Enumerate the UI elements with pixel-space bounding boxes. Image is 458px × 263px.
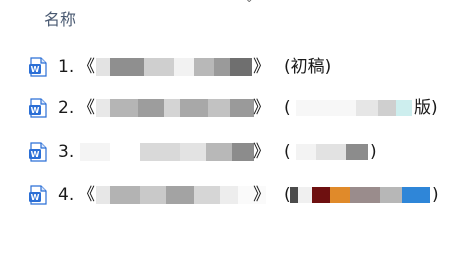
file-row-2[interactable]: W 2. 《 》 ( 版) bbox=[28, 95, 448, 121]
title-close-quote: 》 bbox=[253, 57, 270, 77]
title-close-quote: 》 bbox=[253, 185, 270, 205]
version-label-open: ( bbox=[284, 98, 291, 118]
file-index: 3. bbox=[58, 142, 75, 162]
redacted-version bbox=[296, 144, 368, 160]
version-label: (初稿) bbox=[284, 57, 332, 77]
redacted-title bbox=[96, 186, 266, 204]
title-open-quote: 《 bbox=[78, 57, 95, 77]
redacted-title bbox=[96, 58, 256, 76]
svg-text:W: W bbox=[31, 65, 40, 74]
column-resize-handle[interactable]: ⌄ bbox=[245, 0, 255, 5]
svg-text:W: W bbox=[31, 106, 40, 115]
title-close-quote: 》 bbox=[253, 142, 270, 162]
file-index: 4. bbox=[58, 185, 75, 205]
title-open-quote: 《 bbox=[78, 98, 95, 118]
file-row-4[interactable]: W 4. 《 》 ( ) bbox=[28, 182, 448, 208]
redacted-title bbox=[80, 143, 256, 161]
version-label-close: 版) bbox=[414, 98, 438, 118]
file-index: 2. bbox=[58, 98, 75, 118]
title-close-quote: 》 bbox=[253, 98, 270, 118]
name-column-header[interactable]: 名称 bbox=[44, 6, 76, 30]
title-open-quote: 《 bbox=[78, 185, 95, 205]
file-index: 1. bbox=[58, 57, 75, 77]
svg-text:W: W bbox=[31, 150, 40, 159]
file-row-1[interactable]: W 1. 《 》 (初稿) bbox=[28, 54, 448, 80]
version-label-close: ) bbox=[432, 185, 439, 205]
redacted-version bbox=[296, 100, 412, 116]
redacted-version bbox=[290, 187, 430, 203]
word-document-icon: W bbox=[29, 185, 47, 205]
redacted-title bbox=[96, 99, 256, 117]
version-label-open: ( bbox=[284, 142, 291, 162]
file-row-3[interactable]: W 3. 》 ( ) bbox=[28, 139, 448, 165]
svg-text:W: W bbox=[31, 193, 40, 202]
word-document-icon: W bbox=[29, 98, 47, 118]
word-document-icon: W bbox=[29, 57, 47, 77]
version-label-close: ) bbox=[370, 142, 377, 162]
word-document-icon: W bbox=[29, 142, 47, 162]
